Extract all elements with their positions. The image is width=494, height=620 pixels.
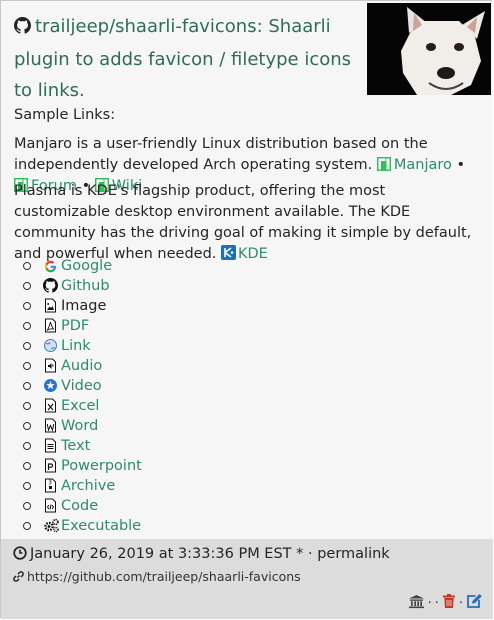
card-footer: January 26, 2019 at 3:33:36 PM EST * · p… (1, 539, 493, 619)
manjaro-link-label[interactable]: Manjaro (394, 157, 452, 173)
link-title[interactable]: trailjeep/shaarli-favicons: Shaarli plug… (14, 11, 364, 106)
word-file-icon (43, 418, 58, 433)
link-date: January 26, 2019 at 3:33:36 PM EST (30, 546, 292, 562)
list-item-github[interactable]: Github (23, 276, 142, 296)
kde-link[interactable]: KDE (221, 245, 268, 262)
separator: • (456, 157, 466, 173)
list-item-label[interactable]: Executable (61, 518, 141, 534)
list-item-label[interactable]: Code (61, 498, 98, 514)
powerpoint-file-icon (43, 458, 58, 473)
list-item-powerpoint[interactable]: Powerpoint (23, 456, 142, 476)
link-chain-icon (13, 570, 24, 585)
edit-icon[interactable] (466, 593, 483, 613)
github-icon (43, 278, 58, 293)
link-url[interactable]: https://github.com/trailjeep/shaarli-fav… (27, 569, 301, 584)
list-item-code[interactable]: Code (23, 496, 142, 516)
list-item-label[interactable]: Video (61, 378, 102, 394)
list-item-label[interactable]: Text (61, 438, 90, 454)
globe-icon (43, 338, 58, 353)
link-card: trailjeep/shaarli-favicons: Shaarli plug… (0, 0, 493, 619)
action-separator: · (458, 595, 463, 611)
action-separator: · (427, 595, 432, 611)
list-item-executable[interactable]: Executable (23, 516, 142, 536)
list-item-image[interactable]: Image (23, 296, 142, 316)
list-item-label[interactable]: Word (61, 418, 98, 434)
date-suffix: * · (296, 546, 313, 562)
list-item-label[interactable]: Excel (61, 398, 99, 414)
description-paragraph-kde: Plasma is KDE's flagship product, offeri… (14, 181, 484, 265)
kde-link-label[interactable]: KDE (238, 246, 268, 262)
github-icon (14, 13, 31, 44)
manjaro-description-text: Manjaro is a user-friendly Linux distrib… (14, 136, 428, 173)
permalink-link[interactable]: permalink (317, 546, 390, 562)
list-item-text[interactable]: Text (23, 436, 142, 456)
card-body: trailjeep/shaarli-favicons: Shaarli plug… (1, 1, 493, 539)
manjaro-link[interactable]: Manjaro (376, 157, 452, 173)
pdf-file-icon (43, 318, 58, 333)
url-line[interactable]: https://github.com/trailjeep/shaarli-fav… (13, 569, 301, 585)
list-item-google[interactable]: Google (23, 256, 142, 276)
code-file-icon (43, 498, 58, 513)
list-item-label[interactable]: Audio (61, 358, 102, 374)
date-line: January 26, 2019 at 3:33:36 PM EST * · p… (13, 546, 390, 564)
archive-file-icon (43, 478, 58, 493)
list-item-link[interactable]: Link (23, 336, 142, 356)
sample-links-list: Google Github Image PDF Link Audio Video… (23, 256, 142, 536)
list-item-excel[interactable]: Excel (23, 396, 142, 416)
list-item-label[interactable]: Archive (61, 478, 115, 494)
kde-icon (221, 245, 236, 260)
list-item-label[interactable]: Powerpoint (61, 458, 142, 474)
gears-icon (43, 518, 59, 533)
clock-icon (13, 546, 27, 564)
delete-icon[interactable] (442, 593, 456, 613)
link-title-text[interactable]: trailjeep/shaarli-favicons: Shaarli plug… (14, 16, 351, 101)
list-item-archive[interactable]: Archive (23, 476, 142, 496)
text-file-icon (43, 438, 58, 453)
list-item-label[interactable]: Link (61, 338, 91, 354)
list-item-audio[interactable]: Audio (23, 356, 142, 376)
list-item-label[interactable]: Github (61, 278, 110, 294)
list-item-label[interactable]: Google (61, 258, 112, 274)
action-separator: · (434, 595, 439, 611)
list-item-label[interactable]: PDF (61, 318, 89, 334)
link-actions: · · · (408, 593, 483, 613)
list-item-video[interactable]: Video (23, 376, 142, 396)
list-item-label[interactable]: Image (61, 298, 106, 314)
list-item-pdf[interactable]: PDF (23, 316, 142, 336)
google-icon (43, 258, 58, 273)
excel-file-icon (43, 398, 58, 413)
audio-file-icon (43, 358, 58, 373)
video-icon (43, 378, 58, 393)
list-item-word[interactable]: Word (23, 416, 142, 436)
link-thumbnail[interactable] (367, 3, 491, 95)
image-file-icon (43, 298, 58, 313)
manjaro-icon (376, 157, 391, 171)
sample-links-label: Sample Links: (14, 107, 116, 123)
archive-org-icon[interactable] (408, 594, 425, 613)
